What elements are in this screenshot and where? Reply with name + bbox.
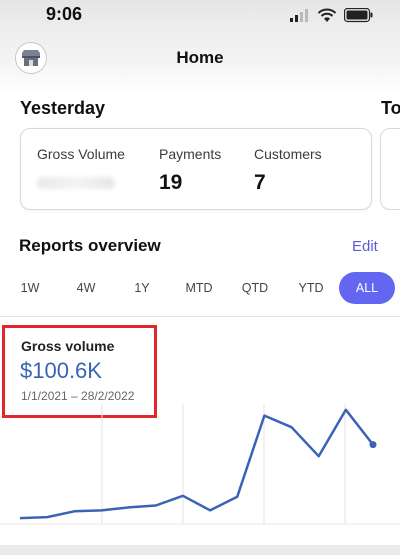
- status-bar: 9:06: [0, 0, 400, 32]
- gross-volume-value-redacted: [37, 177, 115, 189]
- customers-value: 7: [254, 171, 266, 194]
- signal-icon: [290, 9, 308, 22]
- payments-label: Payments: [159, 146, 222, 162]
- status-time: 9:06: [46, 4, 83, 24]
- chart-point: [369, 441, 377, 449]
- app-screen: 9:06 Home Yesterday To Gross Volume Paym…: [0, 0, 400, 555]
- chart-series-line: [19, 408, 374, 520]
- next-summary-card[interactable]: [380, 128, 400, 210]
- range-tabs: 1W 4W 1Y MTD QTD YTD ALL: [10, 272, 396, 304]
- range-tab-mtd[interactable]: MTD: [178, 272, 220, 304]
- edit-link[interactable]: Edit: [352, 238, 378, 255]
- next-section-title: To: [381, 98, 400, 118]
- range-tab-1w[interactable]: 1W: [10, 272, 50, 304]
- yesterday-title: Yesterday: [20, 98, 106, 118]
- nav-bar: Home: [0, 36, 400, 82]
- gross-volume-label: Gross Volume: [37, 146, 125, 162]
- range-tab-all[interactable]: ALL: [339, 272, 395, 304]
- payments-value: 19: [159, 171, 183, 194]
- gross-volume-chart: [0, 404, 400, 525]
- reports-overview-title: Reports overview: [19, 236, 161, 255]
- wifi-icon: [317, 8, 337, 22]
- divider: [0, 316, 400, 317]
- range-tab-ytd[interactable]: YTD: [290, 272, 332, 304]
- yesterday-summary-card[interactable]: Gross Volume Payments 19 Customers 7: [20, 128, 372, 210]
- range-tab-qtd[interactable]: QTD: [234, 272, 276, 304]
- page-title: Home: [176, 48, 224, 67]
- battery-icon: [344, 8, 373, 23]
- range-tab-4w[interactable]: 4W: [66, 272, 106, 304]
- range-tab-1y[interactable]: 1Y: [122, 272, 162, 304]
- bottom-bar: [0, 545, 400, 555]
- customers-label: Customers: [254, 146, 322, 162]
